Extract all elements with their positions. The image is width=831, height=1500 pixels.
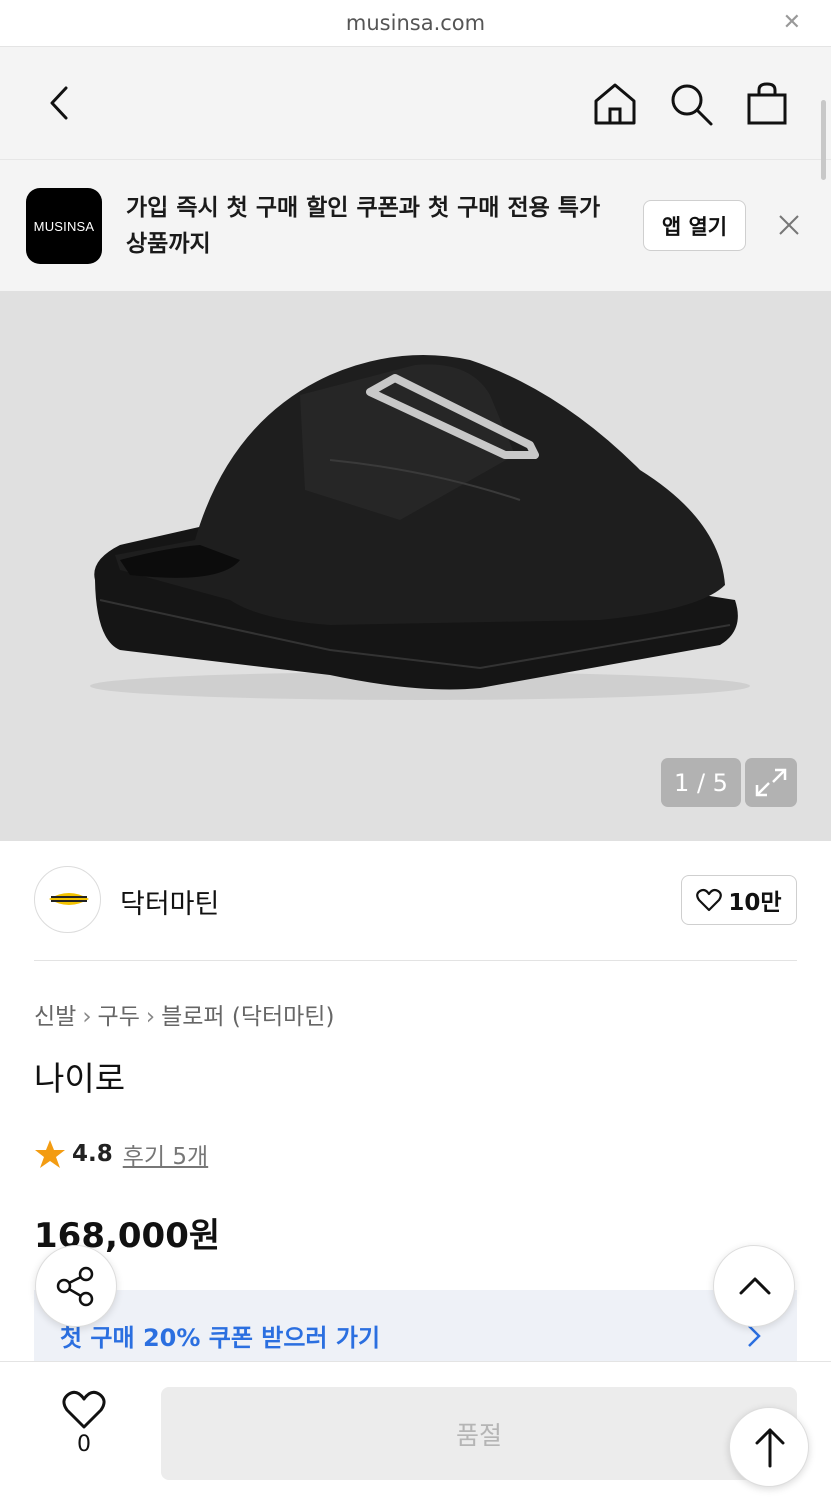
arrow-up-icon bbox=[755, 1428, 785, 1468]
close-banner-icon[interactable] bbox=[776, 212, 802, 238]
product-title: 나이로 bbox=[34, 1059, 126, 1098]
brand-like-count: 10만 bbox=[728, 890, 782, 916]
product-gallery[interactable]: 1 / 5 bbox=[0, 291, 831, 841]
brand-name[interactable]: 닥터마틴 bbox=[120, 882, 219, 921]
browser-url-bar: musinsa.com ✕ bbox=[0, 0, 831, 47]
expand-icon bbox=[755, 768, 787, 797]
banner-message: 가입 즉시 첫 구매 할인 쿠폰과 첫 구매 전용 특가 상품까지 bbox=[126, 195, 601, 257]
image-counter: 1 / 5 bbox=[661, 758, 741, 807]
top-nav bbox=[0, 47, 831, 160]
wishlist-count: 0 bbox=[77, 1432, 91, 1457]
brand-row: 닥터마틴 10만 bbox=[34, 866, 797, 961]
app-install-banner: MUSINSA 가입 즉시 첫 구매 할인 쿠폰과 첫 구매 전용 특가 상품까… bbox=[0, 160, 831, 291]
star-icon bbox=[35, 1140, 65, 1168]
breadcrumb-item[interactable]: 구두 bbox=[98, 1004, 140, 1030]
url-text[interactable]: musinsa.com bbox=[0, 11, 831, 35]
bottom-purchase-bar: 0 품절 bbox=[0, 1361, 831, 1500]
expand-button[interactable] bbox=[745, 758, 797, 807]
heart-icon bbox=[696, 888, 723, 912]
search-icon[interactable] bbox=[668, 81, 714, 127]
breadcrumb: 신발 › 구두 › 블로퍼 (닥터마틴) bbox=[34, 997, 334, 1031]
coupon-banner[interactable]: 첫 구매 20% 쿠폰 받으러 가기 bbox=[34, 1290, 797, 1362]
chevron-right-icon: › bbox=[145, 1004, 156, 1030]
breadcrumb-item[interactable]: 블로퍼 (닥터마틴) bbox=[161, 1004, 334, 1030]
wishlist-button[interactable]: 0 bbox=[56, 1390, 112, 1480]
sold-out-button[interactable]: 품절 bbox=[161, 1387, 797, 1480]
review-link[interactable]: 후기 5개 bbox=[123, 1137, 208, 1171]
product-image bbox=[0, 291, 831, 754]
collapse-button[interactable] bbox=[713, 1245, 795, 1327]
share-icon bbox=[56, 1266, 94, 1307]
home-icon[interactable] bbox=[592, 81, 638, 127]
brand-logo[interactable] bbox=[34, 866, 101, 933]
heart-icon bbox=[62, 1390, 106, 1429]
scrollbar[interactable] bbox=[821, 100, 826, 180]
bag-icon[interactable] bbox=[744, 81, 790, 127]
share-button[interactable] bbox=[35, 1245, 117, 1327]
brand-like-button[interactable]: 10만 bbox=[681, 875, 797, 925]
musinsa-logo: MUSINSA bbox=[26, 188, 102, 264]
back-icon[interactable] bbox=[42, 83, 82, 123]
open-app-button[interactable]: 앱 열기 bbox=[643, 200, 746, 251]
rating-row: 4.8 후기 5개 bbox=[34, 1136, 208, 1172]
close-icon[interactable]: ✕ bbox=[783, 10, 801, 35]
breadcrumb-item[interactable]: 신발 bbox=[34, 1004, 76, 1030]
chevron-right-icon: › bbox=[82, 1004, 92, 1030]
chevron-up-icon bbox=[739, 1277, 771, 1295]
rating-score: 4.8 bbox=[72, 1141, 113, 1167]
scroll-to-top-button[interactable] bbox=[729, 1407, 809, 1487]
